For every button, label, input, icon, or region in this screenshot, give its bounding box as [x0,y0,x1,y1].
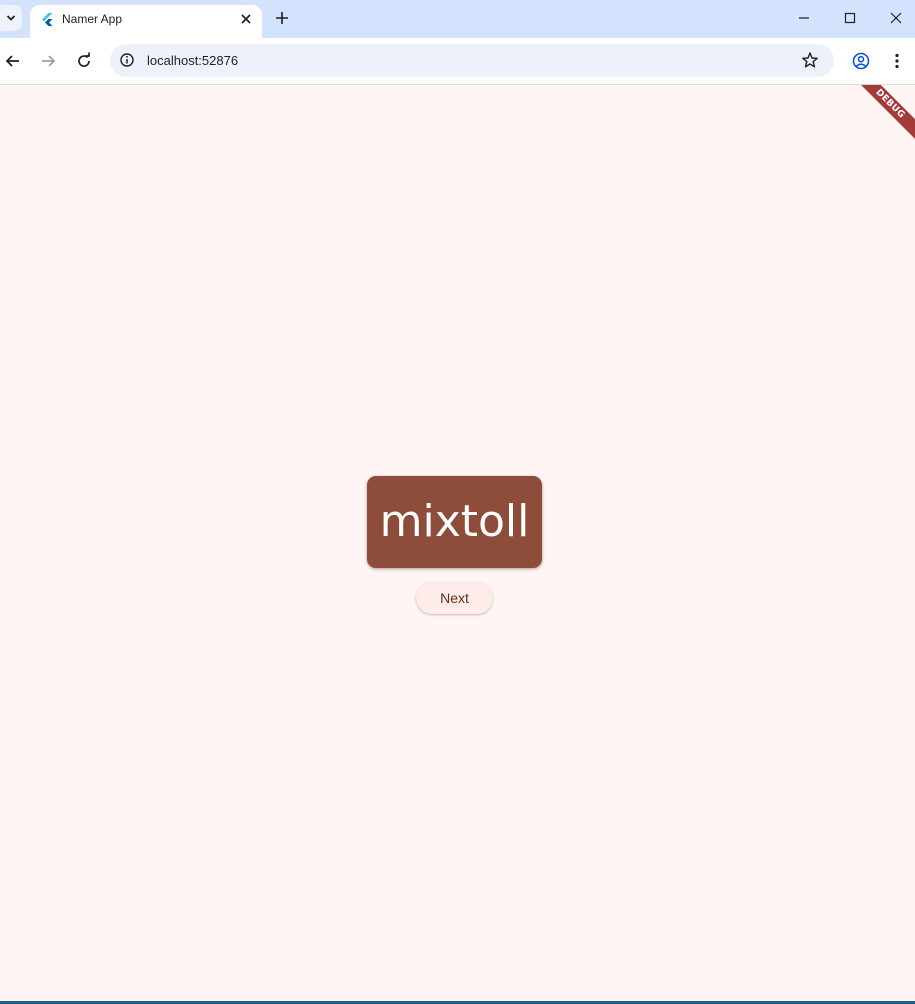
word-pair-card: mixtoll [367,476,542,568]
more-options-icon[interactable] [887,51,907,71]
back-arrow-icon[interactable] [3,51,23,71]
bookmark-star-icon[interactable] [801,51,819,69]
flutter-icon [42,13,53,26]
tab-title: Namer App [62,12,123,26]
word-pair-text: mixtoll [379,496,530,547]
app-viewport: DEBUG mixtoll Next [0,85,915,1002]
profile-icon[interactable] [851,51,871,71]
debug-banner: DEBUG [846,85,915,148]
next-button[interactable]: Next [416,582,493,614]
url-text[interactable]: localhost:52876 [147,53,238,68]
close-window-icon[interactable] [886,8,906,28]
reload-icon[interactable] [74,51,94,71]
chevron-down-icon [6,15,16,21]
browser-tab[interactable]: Namer App [30,5,262,38]
browser-toolbar: localhost:52876 [0,38,915,85]
tab-search-button[interactable] [0,5,22,31]
maximize-icon[interactable] [840,8,860,28]
site-info-icon[interactable] [119,52,135,68]
minimize-icon[interactable] [794,8,814,28]
tab-strip: Namer App [0,0,915,38]
close-tab-icon[interactable] [238,11,254,27]
address-bar[interactable]: localhost:52876 [110,44,834,77]
new-tab-icon[interactable] [273,9,291,27]
forward-arrow-icon[interactable] [38,51,58,71]
